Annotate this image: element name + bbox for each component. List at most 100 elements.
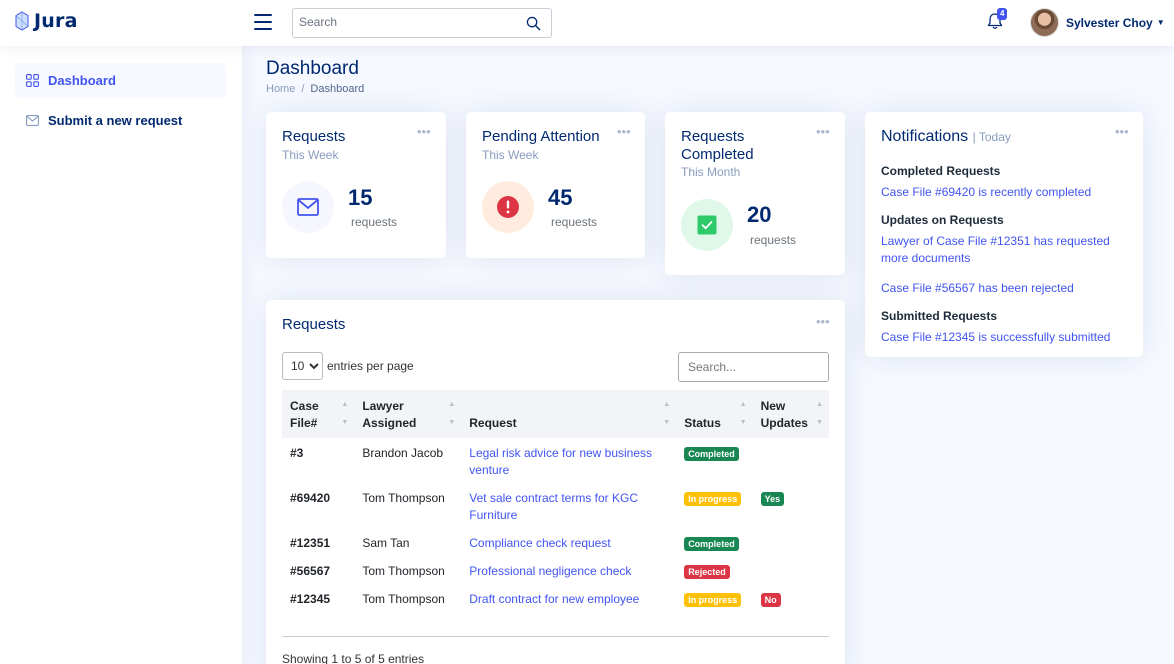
sidebar-item-submit-request[interactable]: Submit a new request <box>15 103 226 138</box>
card-title: Pending Attention <box>482 128 600 145</box>
cell-case: #3 <box>290 446 304 460</box>
envelope-icon <box>26 115 39 126</box>
stat-icon-wrap <box>681 199 733 251</box>
table-row: #3 Brandon Jacob Legal risk advice for n… <box>282 438 829 483</box>
stat-card-completed: ••• Requests Completed This Month 20 req… <box>665 112 845 275</box>
requests-table-card: ••• Requests 10 entries per page Case Fi… <box>266 300 845 664</box>
stat-unit: requests <box>551 215 598 229</box>
notif-link[interactable]: Case File #56567 has been rejected <box>881 280 1121 297</box>
table-row: #12345 Tom Thompson Draft contract for n… <box>282 584 829 612</box>
status-badge: In progress <box>684 492 742 506</box>
requests-table: Case File# ▲ ▼ Lawyer Assigned ▲ ▼ Request ▲ ▼… <box>282 390 829 612</box>
column-header-lawyer[interactable]: Lawyer Assigned ▲ ▼ <box>354 390 462 438</box>
stat-card-pending: ••• Pending Attention This Week 45 reque… <box>466 112 645 258</box>
avatar <box>1030 8 1059 37</box>
sidebar: Dashboard Submit a new request <box>0 46 242 664</box>
stat-value: 20 <box>747 202 772 227</box>
status-badge: Rejected <box>684 565 730 579</box>
breadcrumb-home[interactable]: Home <box>266 83 295 95</box>
check-square-icon <box>697 215 717 235</box>
request-link[interactable]: Legal risk advice for new business ventu… <box>469 446 652 477</box>
logo-icon <box>15 11 29 31</box>
column-header-request[interactable]: Request ▲ ▼ <box>461 390 677 438</box>
card-title: Requests Completed <box>681 128 754 163</box>
request-link[interactable]: Vet sale contract terms for KGC Furnitur… <box>469 491 638 522</box>
cell-update <box>753 528 829 556</box>
menu-toggle-icon[interactable] <box>254 14 272 30</box>
stat-icon-wrap <box>282 181 334 233</box>
profile-menu[interactable]: Sylvester Choy ▼ <box>1030 8 1165 37</box>
cell-status: In progress <box>676 483 752 528</box>
cell-update <box>753 556 829 584</box>
update-badge: No <box>760 593 781 607</box>
notif-section-heading: Submitted Requests <box>881 309 998 323</box>
more-options-icon[interactable]: ••• <box>1115 124 1129 139</box>
user-name: Sylvester Choy <box>1066 15 1153 30</box>
cell-status: Completed <box>676 528 752 556</box>
breadcrumb-separator: / <box>301 83 305 95</box>
cell-request: Draft contract for new employee <box>461 584 676 612</box>
notif-section-heading: Updates on Requests <box>881 213 1004 227</box>
grid-icon <box>26 74 39 87</box>
table-header-row: Case File# ▲ ▼ Lawyer Assigned ▲ ▼ Request ▲ ▼… <box>282 390 829 438</box>
card-subtitle: This Week <box>482 148 539 162</box>
column-header-case[interactable]: Case File# ▲ ▼ <box>282 390 355 438</box>
cell-request: Vet sale contract terms for KGC Furnitur… <box>461 483 676 528</box>
cell-update: No <box>753 584 829 612</box>
cell-case: #56567 <box>290 564 331 578</box>
sidebar-item-dashboard[interactable]: Dashboard <box>15 63 226 98</box>
cell-update <box>753 438 829 483</box>
entries-select[interactable]: 10 <box>282 352 323 380</box>
notif-link[interactable]: Case File #12345 is successfully submitt… <box>881 329 1121 346</box>
table-row: #69420 Tom Thompson Vet sale contract te… <box>282 483 829 528</box>
search-input[interactable] <box>299 15 519 29</box>
notif-section-heading: Completed Requests <box>881 164 1001 178</box>
brand-logo[interactable]: Jura <box>15 10 78 32</box>
more-options-icon[interactable]: ••• <box>816 124 830 139</box>
card-subtitle: This Month <box>681 165 741 179</box>
search-bar <box>292 8 552 38</box>
request-link[interactable]: Professional negligence check <box>469 564 631 578</box>
cell-lawyer: Brandon Jacob <box>362 446 444 460</box>
column-header-status[interactable]: Status ▲ ▼ <box>676 390 753 438</box>
status-badge: In progress <box>684 593 742 607</box>
sidebar-item-label: Dashboard <box>48 73 116 88</box>
cell-lawyer: Tom Thompson <box>362 592 445 606</box>
brand-name: Jura <box>34 10 78 32</box>
more-options-icon[interactable]: ••• <box>617 124 631 139</box>
sort-icon: ▲ ▼ <box>816 401 823 426</box>
table-search-input[interactable] <box>678 352 829 382</box>
notif-link[interactable]: Case File #69420 is recently completed <box>881 184 1121 201</box>
entries-per-page: 10 entries per page <box>282 352 414 380</box>
more-options-icon[interactable]: ••• <box>816 314 830 329</box>
table-footer-info: Showing 1 to 5 of 5 entries <box>282 652 425 664</box>
request-link[interactable]: Draft contract for new employee <box>469 592 639 606</box>
cell-update: Yes <box>753 483 829 528</box>
cell-case: #69420 <box>290 491 331 505</box>
stat-value: 15 <box>348 185 373 210</box>
cell-lawyer: Sam Tan <box>362 536 410 550</box>
stat-unit: requests <box>750 233 797 247</box>
search-icon[interactable] <box>526 16 541 34</box>
cell-status: In progress <box>676 584 752 612</box>
caret-down-icon: ▼ <box>1156 18 1165 27</box>
card-title: Requests <box>282 128 346 145</box>
stat-unit: requests <box>351 215 398 229</box>
cell-request: Legal risk advice for new business ventu… <box>461 438 676 483</box>
stat-card-requests: ••• Requests This Week 15 requests <box>266 112 446 258</box>
cell-lawyer: Tom Thompson <box>362 491 445 505</box>
column-header-updates[interactable]: New Updates ▲ ▼ <box>752 390 829 438</box>
table-row: #12351 Sam Tan Compliance check request … <box>282 528 829 556</box>
status-badge: Completed <box>684 447 739 461</box>
notification-count-badge: 4 <box>997 8 1008 20</box>
cell-request: Compliance check request <box>461 528 676 556</box>
more-options-icon[interactable]: ••• <box>417 124 431 139</box>
cell-case: #12351 <box>290 536 331 550</box>
table-row: #56567 Tom Thompson Professional neglige… <box>282 556 829 584</box>
sort-icon: ▲ ▼ <box>663 401 671 426</box>
exclamation-circle-icon <box>497 196 519 218</box>
sort-icon: ▲ ▼ <box>341 401 349 426</box>
request-link[interactable]: Compliance check request <box>469 536 610 550</box>
notif-link[interactable]: Lawyer of Case File #12351 has requested… <box>881 233 1116 267</box>
notifications-period: | Today <box>972 130 1011 144</box>
